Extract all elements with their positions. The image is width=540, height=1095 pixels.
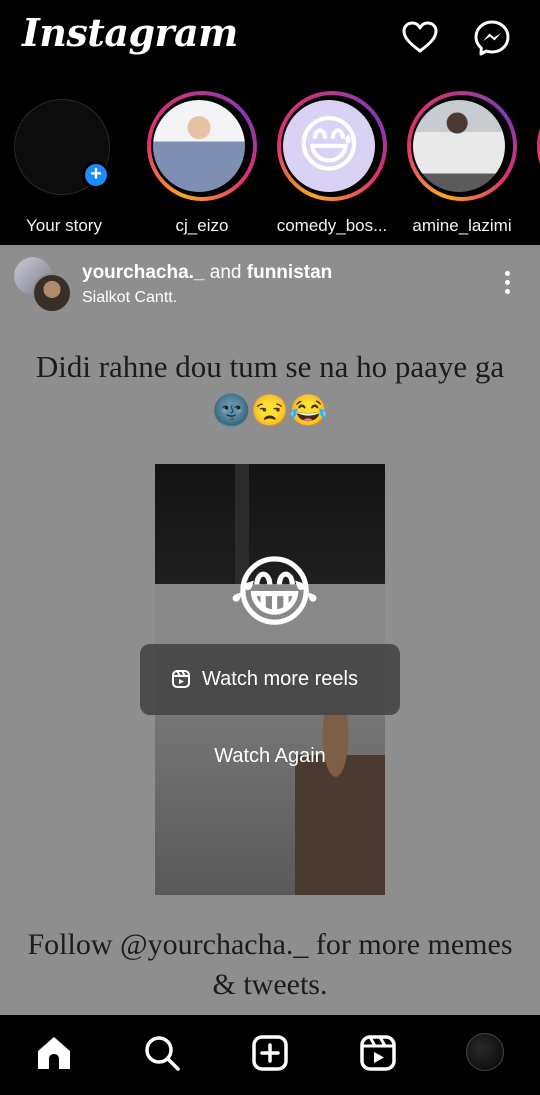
post-location[interactable]: Sialkot Cantt. bbox=[82, 289, 177, 307]
avatar bbox=[413, 100, 505, 192]
instagram-logo[interactable]: Instagram bbox=[22, 10, 238, 55]
reels-icon[interactable] bbox=[358, 1033, 398, 1073]
avatar[interactable] bbox=[32, 273, 72, 313]
watch-again-button[interactable]: Watch Again bbox=[155, 745, 385, 768]
top-bar: Instagram bbox=[0, 0, 540, 80]
story-cj-eizo[interactable]: cj_eizo bbox=[144, 91, 260, 241]
search-icon[interactable] bbox=[142, 1033, 182, 1073]
watch-more-reels-button[interactable]: Watch more reels bbox=[140, 644, 400, 715]
author-joiner: and bbox=[209, 262, 242, 283]
story-label: Your story bbox=[26, 216, 102, 235]
watch-more-reels-label: Watch more reels bbox=[202, 668, 358, 690]
avatar: 😅 bbox=[283, 100, 375, 192]
story-label: cj_eizo bbox=[175, 216, 229, 235]
heart-icon[interactable] bbox=[400, 18, 440, 58]
story-label: amine_lazimi bbox=[412, 216, 512, 235]
more-options-icon[interactable] bbox=[498, 271, 516, 301]
bottom-nav bbox=[0, 1015, 540, 1095]
story-your-story[interactable]: + Your story bbox=[6, 91, 122, 241]
avatar bbox=[153, 100, 245, 192]
laughing-emoji: 😂 bbox=[229, 548, 321, 636]
story-comedy-bos[interactable]: 😅 comedy_bos... bbox=[274, 91, 390, 241]
post: yourchacha._ and funnistan Sialkot Cantt… bbox=[0, 245, 540, 1015]
profile-avatar[interactable] bbox=[466, 1033, 504, 1071]
author-name[interactable]: yourchacha._ bbox=[82, 262, 205, 283]
post-header: yourchacha._ and funnistan Sialkot Cantt… bbox=[0, 245, 540, 325]
reels-icon bbox=[172, 670, 190, 688]
home-icon[interactable] bbox=[34, 1033, 74, 1073]
stories-tray: + Your story cj_eizo 😅 comedy_bos... ami… bbox=[0, 85, 540, 245]
story-amine-lazimi[interactable]: amine_lazimi bbox=[404, 91, 520, 241]
post-caption-top: Didi rahne dou tum se na ho paaye ga 🌚😒😂 bbox=[35, 349, 505, 428]
author-name[interactable]: funnistan bbox=[247, 262, 333, 283]
video-scene bbox=[295, 695, 385, 895]
add-story-icon[interactable]: + bbox=[82, 161, 110, 189]
create-icon[interactable] bbox=[250, 1033, 290, 1073]
story-partial[interactable] bbox=[534, 91, 540, 241]
story-label: comedy_bos... bbox=[276, 216, 388, 235]
post-caption-bottom: Follow @yourchacha._ for more memes & tw… bbox=[27, 928, 513, 1001]
post-authors[interactable]: yourchacha._ and funnistan bbox=[82, 262, 332, 284]
messenger-icon[interactable] bbox=[472, 18, 512, 58]
